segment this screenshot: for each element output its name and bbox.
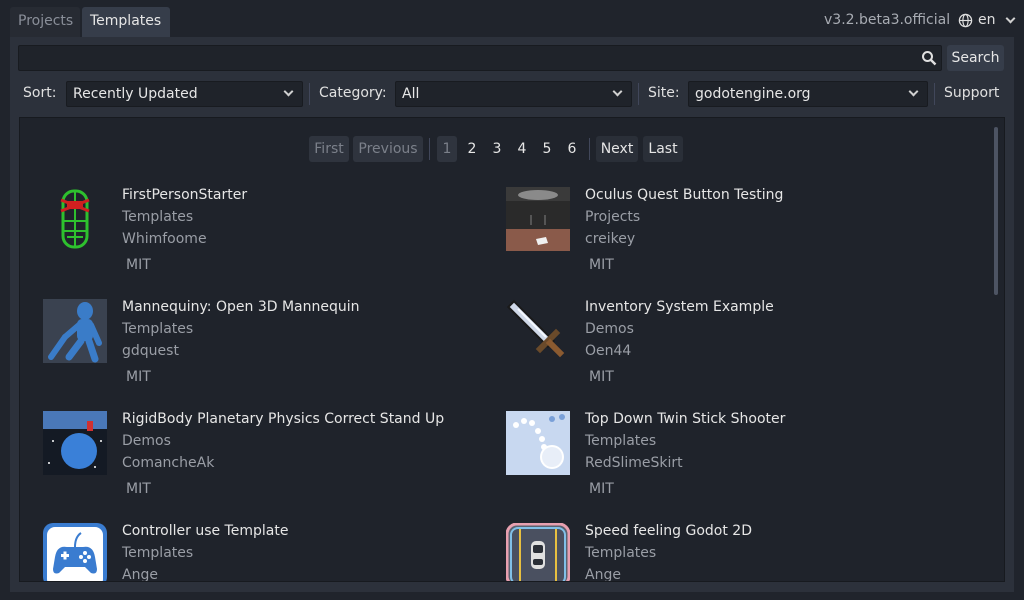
asset-category: Demos xyxy=(122,433,171,449)
language-selector[interactable]: en xyxy=(958,12,1015,28)
category-label: Category: xyxy=(319,85,387,101)
planet-screenshot xyxy=(43,411,107,475)
asset-title[interactable]: Controller use Template xyxy=(122,523,288,539)
blue-mannequin-icon xyxy=(43,299,107,363)
asset-author[interactable]: Whimfoome xyxy=(122,231,207,247)
next-page-button[interactable]: Next xyxy=(596,136,638,162)
page-button-5[interactable]: 5 xyxy=(537,136,557,162)
divider xyxy=(638,83,639,105)
asset-category: Templates xyxy=(122,209,194,225)
asset-item[interactable]: Controller use Template Templates Ange xyxy=(43,523,483,581)
sort-value: Recently Updated xyxy=(73,86,198,102)
divider xyxy=(934,83,935,105)
divider xyxy=(429,138,430,160)
gamepad-icon xyxy=(43,523,107,581)
asset-category: Demos xyxy=(585,321,634,337)
first-page-button[interactable]: First xyxy=(309,136,349,162)
support-button[interactable]: Support xyxy=(944,85,999,101)
sort-select[interactable]: Recently Updated xyxy=(66,81,303,107)
asset-license: MIT xyxy=(126,369,151,385)
asset-title[interactable]: Mannequiny: Open 3D Mannequin xyxy=(122,299,360,315)
search-button[interactable]: Search xyxy=(947,45,1004,71)
chevron-down-icon xyxy=(1005,13,1015,23)
asset-author[interactable]: gdquest xyxy=(122,343,179,359)
asset-title[interactable]: RigidBody Planetary Physics Correct Stan… xyxy=(122,411,444,427)
asset-category: Templates xyxy=(122,321,194,337)
asset-category: Templates xyxy=(585,545,657,561)
page-button-2[interactable]: 2 xyxy=(462,136,482,162)
asset-author[interactable]: creikey xyxy=(585,231,635,247)
asset-category: Projects xyxy=(585,209,641,225)
search-row: Search xyxy=(18,45,1004,71)
asset-author[interactable]: Ange xyxy=(585,567,621,581)
site-select[interactable]: godotengine.org xyxy=(688,81,928,107)
asset-item[interactable]: Mannequiny: Open 3D Mannequin Templates … xyxy=(43,299,483,399)
green-wireframe-character-icon xyxy=(43,187,107,251)
asset-title[interactable]: Oculus Quest Button Testing xyxy=(585,187,783,203)
asset-license: MIT xyxy=(589,257,614,273)
asset-title[interactable]: Top Down Twin Stick Shooter xyxy=(585,411,785,427)
language-label: en xyxy=(978,12,996,28)
search-input[interactable] xyxy=(18,45,942,71)
asset-license: MIT xyxy=(589,369,614,385)
chevron-down-icon xyxy=(612,86,623,97)
asset-title[interactable]: Speed feeling Godot 2D xyxy=(585,523,752,539)
asset-item[interactable]: RigidBody Planetary Physics Correct Stan… xyxy=(43,411,483,511)
page-button-3[interactable]: 3 xyxy=(487,136,507,162)
search-icon xyxy=(922,51,937,66)
sort-label: Sort: xyxy=(23,85,57,101)
previous-page-button[interactable]: Previous xyxy=(353,136,423,162)
asset-license: MIT xyxy=(589,481,614,497)
asset-author[interactable]: Ange xyxy=(122,567,158,581)
category-select[interactable]: All xyxy=(395,81,632,107)
divider xyxy=(589,138,590,160)
asset-item[interactable]: Oculus Quest Button Testing Projects cre… xyxy=(506,187,946,287)
asset-item[interactable]: Inventory System Example Demos Oen44 MIT xyxy=(506,299,946,399)
asset-author[interactable]: Oen44 xyxy=(585,343,631,359)
car-road-icon xyxy=(506,523,570,581)
last-page-button[interactable]: Last xyxy=(643,136,683,162)
asset-category: Templates xyxy=(122,545,194,561)
chevron-down-icon xyxy=(908,86,919,97)
page-button-6[interactable]: 6 xyxy=(562,136,582,162)
version-label: v3.2.beta3.official xyxy=(824,12,951,28)
vr-room-screenshot xyxy=(506,187,570,251)
globe-icon xyxy=(958,13,973,27)
asset-item[interactable]: Speed feeling Godot 2D Templates Ange xyxy=(506,523,946,581)
category-value: All xyxy=(402,86,420,102)
asset-author[interactable]: ComancheAk xyxy=(122,455,214,471)
asset-category: Templates xyxy=(585,433,657,449)
asset-title[interactable]: Inventory System Example xyxy=(585,299,774,315)
site-value: godotengine.org xyxy=(695,86,811,102)
page-button-4[interactable]: 4 xyxy=(512,136,532,162)
asset-author[interactable]: RedSlimeSkirt xyxy=(585,455,683,471)
page-button-1[interactable]: 1 xyxy=(437,136,457,162)
pixel-sword-icon xyxy=(506,299,570,363)
asset-item[interactable]: FirstPersonStarter Templates Whimfoome M… xyxy=(43,187,483,287)
asset-license: MIT xyxy=(126,481,151,497)
top-bar: Projects Templates v3.2.beta3.official e… xyxy=(0,0,1024,38)
asset-license: MIT xyxy=(126,257,151,273)
templates-panel: Search Sort: Recently Updated Category: … xyxy=(10,37,1014,592)
filter-row: Sort: Recently Updated Category: All Sit… xyxy=(10,80,1014,108)
asset-item[interactable]: Top Down Twin Stick Shooter Templates Re… xyxy=(506,411,946,511)
divider xyxy=(309,83,310,105)
bullet-trail-screenshot xyxy=(506,411,570,475)
asset-list: First Previous 1 2 3 4 5 6 Next Last Fir… xyxy=(19,117,1005,582)
scrollbar[interactable] xyxy=(994,127,998,295)
site-label: Site: xyxy=(648,85,680,101)
asset-title[interactable]: FirstPersonStarter xyxy=(122,187,247,203)
tab-projects[interactable]: Projects xyxy=(10,7,80,37)
tab-templates[interactable]: Templates xyxy=(82,7,170,37)
chevron-down-icon xyxy=(283,86,294,97)
